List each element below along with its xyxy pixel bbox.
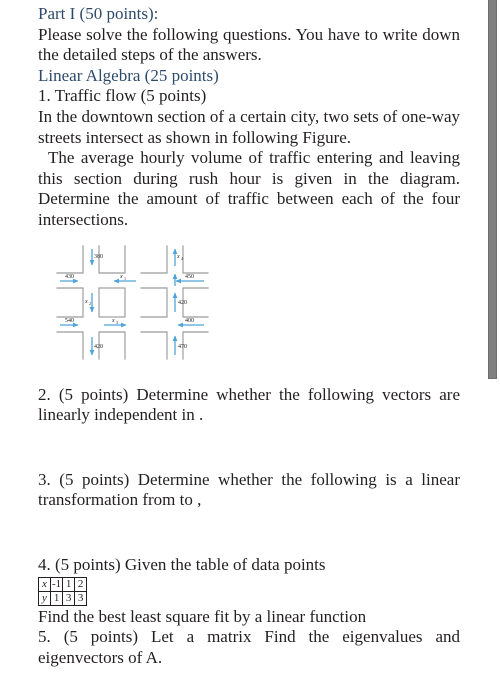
question-2-answer-space [38,426,460,470]
flow-label-540: 540 [65,318,74,324]
vertical-scrollbar-track[interactable] [486,0,500,700]
flow-label-420-mid: 420 [178,300,187,306]
table-cell: 3 [74,590,88,606]
data-points-table: x -1 1 2 y 1 3 3 [38,576,88,606]
table-row-header: y [38,590,51,606]
question-1-title: 1. Traffic flow (5 points) [38,86,207,106]
table-cell: 3 [62,590,76,606]
table-cell: 1 [49,590,64,606]
question-4-text: 4. (5 points) Given the table of data po… [38,554,326,574]
flow-label-x2: x [84,299,88,305]
flow-label-x1: x [119,274,123,280]
question-2-text: 2. (5 points) Determine whether the foll… [38,384,460,425]
part-title: Part I (50 points): [38,4,159,23]
flow-label-x3-sub: 3 [116,320,118,325]
flow-label-420-bottom: 420 [94,344,103,350]
section-title-linear-algebra: Linear Algebra (25 points) [38,65,219,85]
flow-label-470: 470 [178,344,187,350]
table-row-header: x [38,576,51,592]
question-4-followup: Find the best least square fit by a line… [38,606,367,626]
question-1-body-part-b: The average hourly volume of traffic ent… [38,148,460,229]
flow-label-x3: x [111,318,115,324]
flow-label-x1-sub: 1 [124,276,126,281]
question-3-text: 3. (5 points) Determine whether the foll… [38,469,460,510]
flow-label-400: 400 [185,318,194,324]
table-row: y 1 3 3 [38,590,88,606]
question-1-body-part-a: In the downtown section of a certain cit… [38,106,460,147]
question-5-text: 5. (5 points) Let a matrix Find the eige… [38,627,460,667]
document-page: Part I (50 points): Please solve the fol… [0,0,500,700]
table-cell: 1 [62,576,76,592]
flow-label-450: 450 [185,274,194,280]
flow-label-x2-sub: 2 [89,301,91,306]
table-cell: -1 [49,576,64,592]
flow-label-x4-sub: 4 [181,256,183,261]
table-row: x -1 1 2 [38,576,88,592]
vertical-scrollbar-thumb[interactable] [488,0,497,379]
flow-label-x4: x [176,254,180,260]
flow-label-380: 380 [94,254,103,260]
table-cell: 2 [74,576,88,592]
document-content: Part I (50 points): Please solve the fol… [38,4,460,668]
question-3-answer-space [38,511,460,555]
traffic-flow-diagram: 380 x 4 430 x 1 450 x 2 420 540 x 3 400 … [52,241,212,379]
instructions-paragraph: Please solve the following questions. Yo… [38,24,460,65]
flow-label-430: 430 [65,274,74,280]
